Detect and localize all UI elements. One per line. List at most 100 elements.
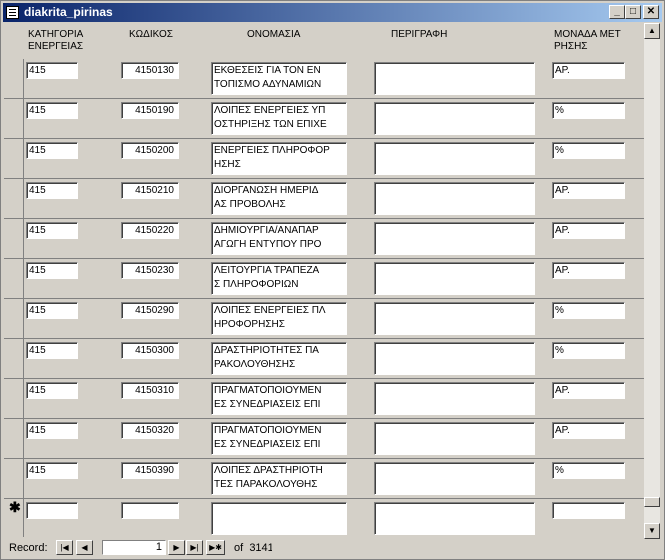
unit-field[interactable]: ΑΡ. xyxy=(552,262,625,279)
description-field[interactable] xyxy=(374,182,535,215)
unit-field[interactable]: % xyxy=(552,142,625,159)
total-records: 3141 xyxy=(249,542,274,554)
record-selector[interactable] xyxy=(5,339,24,379)
name-field[interactable]: ΛΟΙΠΕΣ ΕΝΕΡΓΕΙΕΣ ΠΛ ΗΡΟΦΟΡΗΣΗΣ xyxy=(211,302,347,335)
header-name: ΟΝΟΜΑΣΙΑ xyxy=(247,29,301,40)
new-record-selector[interactable]: ✱ xyxy=(5,499,24,537)
code-field[interactable]: 4150200 xyxy=(121,142,179,159)
name-field[interactable]: ΔΡΑΣΤΗΡΙΟΤΗΤΕΣ ΠΑ ΡΑΚΟΛΟΥΘΗΣΗΣ xyxy=(211,342,347,375)
code-field[interactable]: 4150300 xyxy=(121,342,179,359)
scroll-thumb[interactable] xyxy=(644,497,660,507)
unit-field[interactable]: % xyxy=(552,102,625,119)
vertical-scrollbar[interactable]: ▲ ▼ xyxy=(644,23,660,539)
new-unit-field[interactable] xyxy=(552,502,625,519)
name-field[interactable]: ΛΟΙΠΕΣ ΔΡΑΣΤΗΡΙΟΤΗ ΤΕΣ ΠΑΡΑΚΟΛΟΥΘΗΣ xyxy=(211,462,347,495)
record-row: 415 4150220 ΔΗΜΙΟΥΡΓΙΑ/ΑΝΑΠΑΡ ΑΓΩΓΗ ΕΝΤΥΠΟ… xyxy=(4,219,644,259)
scroll-up-button[interactable]: ▲ xyxy=(644,23,660,39)
record-selector[interactable] xyxy=(5,59,24,99)
category-field[interactable]: 415 xyxy=(26,62,78,79)
title-bar: diakrita_pirinas _ □ ✕ xyxy=(3,3,662,22)
description-field[interactable] xyxy=(374,262,535,295)
name-field[interactable]: ΕΝΕΡΓΕΙΕΣ ΠΛΗΡΟΦΟΡ ΗΣΗΣ xyxy=(211,142,347,175)
unit-field[interactable]: % xyxy=(552,462,625,479)
header-unit: ΜΟΝΑΔΑ ΜΕΤ ΡΗΣΗΣ xyxy=(554,29,621,52)
description-field[interactable] xyxy=(374,142,535,175)
current-record-field[interactable]: 1 xyxy=(102,540,166,555)
category-field[interactable]: 415 xyxy=(26,102,78,119)
category-field[interactable]: 415 xyxy=(26,262,78,279)
code-field[interactable]: 4150210 xyxy=(121,182,179,199)
form-window: diakrita_pirinas _ □ ✕ ΚΑΤΗΓΟΡΙΑ ΕΝΕΡΓΕΙ… xyxy=(0,0,665,560)
code-field[interactable]: 4150230 xyxy=(121,262,179,279)
new-record-row: ✱ xyxy=(4,499,644,537)
record-selector[interactable] xyxy=(5,419,24,459)
name-field[interactable]: ΕΚΘΕΣΕΙΣ ΓΙΑ ΤΟΝ ΕΝ ΤΟΠΙΣΜΟ ΑΔΥΝΑΜΙΩΝ xyxy=(211,62,347,95)
record-row: 415 4150290 ΛΟΙΠΕΣ ΕΝΕΡΓΕΙΕΣ ΠΛ ΗΡΟΦΟΡΗΣΗΣ… xyxy=(4,299,644,339)
code-field[interactable]: 4150310 xyxy=(121,382,179,399)
record-row: 415 4150300 ΔΡΑΣΤΗΡΙΟΤΗΤΕΣ ΠΑ ΡΑΚΟΛΟΥΘΗΣΗΣ… xyxy=(4,339,644,379)
horizontal-scroll-area xyxy=(272,540,660,556)
code-field[interactable]: 4150190 xyxy=(121,102,179,119)
category-field[interactable]: 415 xyxy=(26,422,78,439)
scroll-down-button[interactable]: ▼ xyxy=(644,523,660,539)
code-field[interactable]: 4150220 xyxy=(121,222,179,239)
close-button[interactable]: ✕ xyxy=(643,5,659,19)
category-field[interactable]: 415 xyxy=(26,382,78,399)
description-field[interactable] xyxy=(374,62,535,95)
new-category-field[interactable] xyxy=(26,502,78,519)
new-name-field[interactable] xyxy=(211,502,347,535)
first-record-button[interactable]: |◀ xyxy=(56,540,73,555)
record-label: Record: xyxy=(9,542,48,554)
minimize-button[interactable]: _ xyxy=(609,5,625,19)
header-category: ΚΑΤΗΓΟΡΙΑ ΕΝΕΡΓΕΙΑΣ xyxy=(28,29,84,52)
category-field[interactable]: 415 xyxy=(26,462,78,479)
category-field[interactable]: 415 xyxy=(26,222,78,239)
header-description: ΠΕΡΙΓΡΑΦΗ xyxy=(391,29,448,40)
record-selector[interactable] xyxy=(5,299,24,339)
description-field[interactable] xyxy=(374,422,535,455)
record-selector[interactable] xyxy=(5,179,24,219)
description-field[interactable] xyxy=(374,302,535,335)
record-selector[interactable] xyxy=(5,139,24,179)
unit-field[interactable]: ΑΡ. xyxy=(552,62,625,79)
unit-field[interactable]: % xyxy=(552,342,625,359)
name-field[interactable]: ΔΙΟΡΓΑΝΩΣΗ ΗΜΕΡΙΔ ΑΣ ΠΡΟΒΟΛΗΣ xyxy=(211,182,347,215)
new-code-field[interactable] xyxy=(121,502,179,519)
record-selector[interactable] xyxy=(5,219,24,259)
new-description-field[interactable] xyxy=(374,502,535,535)
description-field[interactable] xyxy=(374,382,535,415)
next-record-button[interactable]: ▶ xyxy=(168,540,185,555)
unit-field[interactable]: ΑΡ. xyxy=(552,222,625,239)
record-row: 415 4150190 ΛΟΙΠΕΣ ΕΝΕΡΓΕΙΕΣ ΥΠ ΟΣΤΗΡΙΞΗΣ … xyxy=(4,99,644,139)
record-selector[interactable] xyxy=(5,379,24,419)
category-field[interactable]: 415 xyxy=(26,182,78,199)
code-field[interactable]: 4150390 xyxy=(121,462,179,479)
header-code: ΚΩΔΙΚΟΣ xyxy=(129,29,173,40)
name-field[interactable]: ΛΕΙΤΟΥΡΓΙΑ ΤΡΑΠΕΖΑ Σ ΠΛΗΡΟΦΟΡΙΩΝ xyxy=(211,262,347,295)
name-field[interactable]: ΠΡΑΓΜΑΤΟΠΟΙΟΥΜΕΝ ΕΣ ΣΥΝΕΔΡΙΑΣΕΙΣ ΕΠΙ xyxy=(211,422,347,455)
record-selector[interactable] xyxy=(5,99,24,139)
code-field[interactable]: 4150320 xyxy=(121,422,179,439)
category-field[interactable]: 415 xyxy=(26,342,78,359)
code-field[interactable]: 4150130 xyxy=(121,62,179,79)
description-field[interactable] xyxy=(374,102,535,135)
unit-field[interactable]: ΑΡ. xyxy=(552,422,625,439)
category-field[interactable]: 415 xyxy=(26,302,78,319)
previous-record-button[interactable]: ◀ xyxy=(76,540,93,555)
category-field[interactable]: 415 xyxy=(26,142,78,159)
name-field[interactable]: ΠΡΑΓΜΑΤΟΠΟΙΟΥΜΕΝ ΕΣ ΣΥΝΕΔΡΙΑΣΕΙΣ ΕΠΙ xyxy=(211,382,347,415)
new-record-button[interactable]: ▶✱ xyxy=(206,540,225,555)
description-field[interactable] xyxy=(374,462,535,495)
name-field[interactable]: ΔΗΜΙΟΥΡΓΙΑ/ΑΝΑΠΑΡ ΑΓΩΓΗ ΕΝΤΥΠΟΥ ΠΡΟ xyxy=(211,222,347,255)
unit-field[interactable]: ΑΡ. xyxy=(552,182,625,199)
maximize-button[interactable]: □ xyxy=(625,5,641,19)
unit-field[interactable]: % xyxy=(552,302,625,319)
name-field[interactable]: ΛΟΙΠΕΣ ΕΝΕΡΓΕΙΕΣ ΥΠ ΟΣΤΗΡΙΞΗΣ ΤΩΝ ΕΠΙΧΕ xyxy=(211,102,347,135)
description-field[interactable] xyxy=(374,342,535,375)
record-selector[interactable] xyxy=(5,259,24,299)
last-record-button[interactable]: ▶| xyxy=(186,540,203,555)
code-field[interactable]: 4150290 xyxy=(121,302,179,319)
record-selector[interactable] xyxy=(5,459,24,499)
description-field[interactable] xyxy=(374,222,535,255)
unit-field[interactable]: ΑΡ. xyxy=(552,382,625,399)
